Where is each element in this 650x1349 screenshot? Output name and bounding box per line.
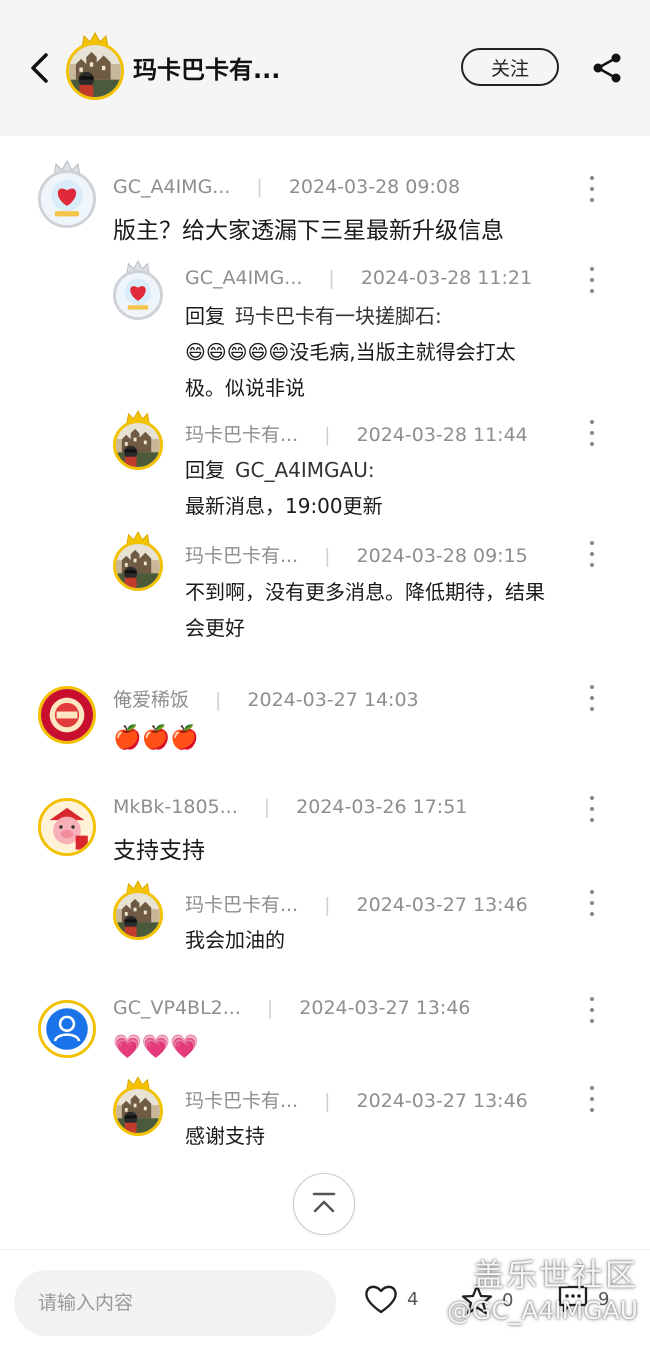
reply-text-line: 😄😄😄😄😄没毛病,当版主就得会打太 [185,340,516,364]
reply-time: 2024-03-27 13:46 [356,1090,528,1112]
comment-text: 版主？给大家透漏下三星最新升级信息 [113,218,504,244]
more-options-button[interactable] [582,890,602,916]
like-button[interactable]: 4 [363,1283,418,1315]
more-options-button[interactable] [582,796,602,822]
reply-prefix: 回复 [185,304,225,328]
share-button[interactable] [589,50,625,86]
more-options-button[interactable] [582,420,602,446]
more-options-button[interactable] [582,267,602,293]
comment-author[interactable]: 俺爱稀饭 [113,689,189,711]
reply-text-line: 我会加油的 [185,928,285,952]
reply-time: 2024-03-28 11:21 [360,267,533,289]
comments-button[interactable]: 9 [556,1283,609,1315]
reply-author[interactable]: 玛卡巴卡有... [185,545,298,567]
comment-time: 2024-03-27 14:03 [247,689,419,711]
reply-author[interactable]: GC_A4IMG... [185,267,302,289]
reply-text-line: 不到啊，没有更多消息。降低期待，结果 [185,580,545,604]
reply-prefix: 回复 [185,458,225,482]
reply-text-line: 感谢支持 [185,1124,265,1148]
chevron-left-icon [31,53,48,83]
comment-author[interactable]: GC_A4IMG... [113,176,230,198]
comment-time: 2024-03-27 13:46 [299,997,471,1019]
more-options-button[interactable] [582,685,602,711]
comment-bubble-icon [558,1285,588,1313]
reply-time: 2024-03-28 09:15 [356,545,528,567]
comment-author[interactable]: MkBk-1805... [113,796,238,818]
favorite-button[interactable]: 0 [460,1283,513,1317]
reply-target[interactable]: GC_A4IMGAU: [235,458,375,482]
more-options-button[interactable] [582,541,602,567]
reply-author[interactable]: 玛卡巴卡有... [185,894,298,916]
comment-meta: GC_VP4BL2... | 2024-03-27 13:46 [113,997,471,1019]
comment-time: 2024-03-28 09:08 [288,176,461,198]
bottom-action-bar: 4 0 9 [0,1249,650,1349]
reply-author[interactable]: 玛卡巴卡有... [185,1090,298,1112]
reply-time: 2024-03-27 13:46 [356,894,528,916]
back-button[interactable] [22,46,58,90]
reply-time: 2024-03-28 11:44 [356,424,528,446]
reply-meta: 玛卡巴卡有... | 2024-03-28 09:15 [185,545,528,567]
star-outline-icon [461,1284,493,1315]
reply-meta: GC_A4IMG... | 2024-03-28 11:21 [185,267,533,289]
favorite-count: 0 [502,1289,514,1311]
comment-meta: MkBk-1805... | 2024-03-26 17:51 [113,796,468,818]
reply-text-line: 最新消息，19:00更新 [185,494,383,518]
more-options-button[interactable] [582,176,602,202]
reply-meta: 玛卡巴卡有... | 2024-03-27 13:46 [185,894,528,916]
like-count: 4 [407,1288,419,1310]
reply-text-line: 极。似说非说 [185,376,305,400]
comment-meta: 俺爱稀饭 | 2024-03-27 14:03 [113,689,419,711]
more-options-button[interactable] [582,997,602,1023]
follow-button[interactable]: 关注 [461,48,559,86]
comment-time: 2024-03-26 17:51 [296,796,468,818]
heart-outline-icon [365,1285,397,1314]
comment-count: 9 [598,1288,610,1310]
comment-meta: GC_A4IMG... | 2024-03-28 09:08 [113,176,461,198]
reply-text-line: 会更好 [185,616,245,640]
reply-to-line: 回复 GC_A4IMGAU: [185,452,585,488]
more-options-button[interactable] [582,1086,602,1112]
comment-text: 支持支持 [113,838,205,864]
share-icon [593,53,621,83]
comment-text: 💗💗💗 [113,1034,199,1060]
reply-target[interactable]: 玛卡巴卡有一块搓脚石: [235,304,442,328]
reply-meta: 玛卡巴卡有... | 2024-03-27 13:46 [185,1090,528,1112]
reply-to-line: 回复 玛卡巴卡有一块搓脚石: [185,298,585,334]
page-title: 玛卡巴卡有... [133,56,281,84]
comment-author[interactable]: GC_VP4BL2... [113,997,241,1019]
top-app-bar: 玛卡巴卡有... 关注 [0,0,650,136]
comment-input[interactable] [14,1270,336,1336]
comment-text: 🍎🍎🍎 [113,725,199,751]
reply-author[interactable]: 玛卡巴卡有... [185,424,298,446]
arrow-to-top-icon [312,1192,336,1213]
scroll-to-top-button[interactable] [293,1173,355,1235]
reply-meta: 玛卡巴卡有... | 2024-03-28 11:44 [185,424,528,446]
